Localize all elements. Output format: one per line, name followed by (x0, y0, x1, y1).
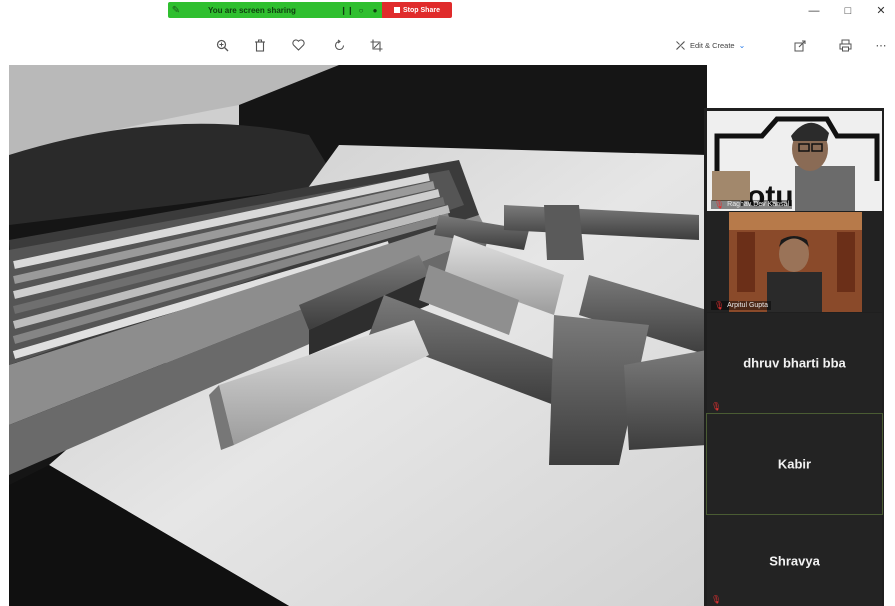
participant-name: Kabir (777, 456, 812, 472)
participant-name: Raghav Dev Kansal (727, 201, 790, 208)
favorite-icon[interactable] (289, 36, 307, 54)
screen: ✎ You are screen sharing ❙❙ ○ ● Stop Sha… (0, 0, 895, 606)
rotate-icon[interactable] (330, 36, 348, 54)
participant-label: 🎙 Arpitul Gupta (711, 301, 772, 310)
muted-mic-icon: 🎙 (714, 301, 725, 310)
participant-gallery: fotu ay 🎙 Raghav Dev Kansal 🎙 Arpitul Gu… (704, 108, 884, 606)
participant-tile[interactable]: 🎙 Arpitul Gupta (707, 212, 882, 312)
edit-create-label: Edit & Create (690, 40, 735, 50)
stop-share-button[interactable]: Stop Share (382, 2, 452, 18)
participant-tile[interactable]: fotu ay 🎙 Raghav Dev Kansal (707, 111, 882, 211)
stop-share-label: Stop Share (403, 6, 440, 14)
shared-photo (9, 65, 707, 606)
maximize-icon[interactable]: □ (838, 2, 858, 20)
participant-tile[interactable]: Shravya 🎙 (707, 515, 882, 606)
annotate-icon[interactable]: ○ (354, 6, 368, 15)
muted-mic-icon: 🎙 (711, 402, 722, 411)
chevron-down-icon: ⌄ (738, 40, 746, 50)
participant-video (707, 212, 882, 312)
muted-mic-icon: 🎙 (714, 200, 725, 209)
sharing-status-bar: ✎ You are screen sharing ❙❙ ○ ● (168, 2, 382, 18)
pastels-image (9, 65, 707, 606)
share-icon[interactable] (791, 36, 809, 54)
close-icon[interactable]: ✕ (872, 2, 890, 20)
stop-icon (394, 7, 401, 13)
zoom-in-icon[interactable] (213, 36, 231, 54)
pin-icon[interactable]: ✎ (168, 5, 184, 16)
participant-video: fotu ay (707, 111, 882, 211)
delete-icon[interactable] (251, 36, 269, 54)
more-options-icon[interactable]: ⋯ (873, 36, 889, 54)
edit-create-icon (676, 40, 685, 50)
sharing-status-text: You are screen sharing (208, 5, 296, 15)
participant-name: Shravya (769, 553, 820, 568)
participant-name: Arpitul Gupta (727, 302, 769, 309)
muted-mic-icon: 🎙 (711, 595, 722, 604)
crop-icon[interactable] (367, 36, 385, 54)
participant-name: dhruv bharti bba (743, 355, 846, 371)
participant-tile[interactable]: dhruv bharti bba 🎙 (707, 313, 882, 413)
pause-icon[interactable]: ❙❙ (340, 6, 354, 15)
edit-create-button[interactable]: Edit & Create ⌄ (675, 37, 745, 53)
print-icon[interactable] (836, 36, 854, 54)
screen-share-banner: ✎ You are screen sharing ❙❙ ○ ● Stop Sha… (168, 2, 455, 18)
participant-tile[interactable]: Kabir (706, 413, 883, 515)
more-icon[interactable]: ● (368, 6, 382, 15)
participant-label: 🎙 Raghav Dev Kansal (711, 200, 793, 209)
minimize-icon[interactable]: — (804, 2, 824, 20)
